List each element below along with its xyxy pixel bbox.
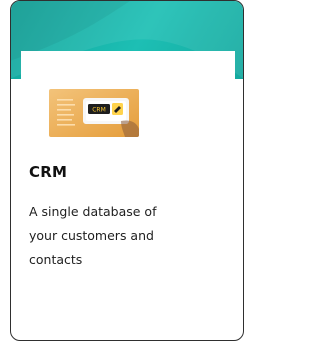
product-card-crm[interactable]: CRM CRM A single database of your custom… (10, 0, 244, 341)
crm-thumbnail-icon: CRM (49, 89, 139, 137)
crm-thumbnail-image: CRM (49, 89, 139, 137)
card-title: CRM (29, 163, 68, 181)
card-description-line: A single database of (29, 204, 157, 219)
card-description: A single database of your customers and … (29, 200, 219, 272)
thumbnail-label: CRM (92, 107, 106, 114)
card-description-line: your customers and (29, 228, 154, 243)
card-content-top-edge (21, 51, 235, 91)
card-description-line: contacts (29, 252, 83, 267)
